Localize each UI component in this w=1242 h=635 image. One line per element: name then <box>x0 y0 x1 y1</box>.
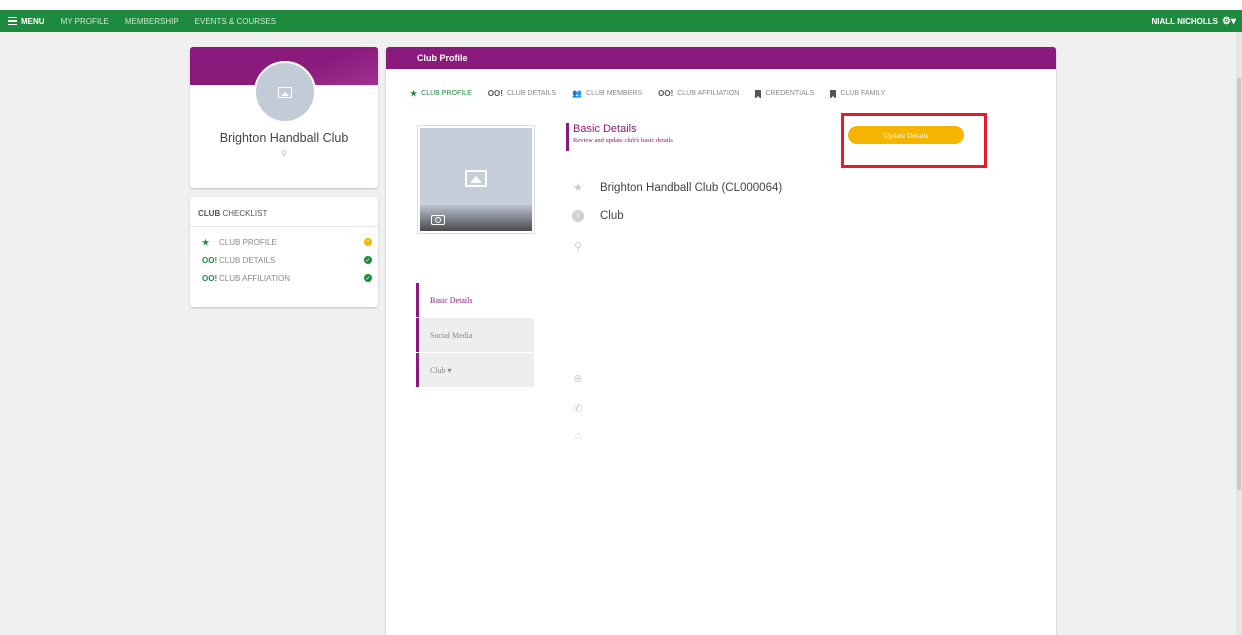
checklist-title: CLUB CHECKLIST <box>198 209 268 218</box>
detail-website-row: ⊕ <box>572 372 584 385</box>
side-nav-basic-details[interactable]: Basic Details <box>416 283 534 317</box>
detail-location-row: ⚲ <box>572 240 584 253</box>
section-subtitle: Review and update club's basic details <box>573 137 673 144</box>
nav-link-my-profile[interactable]: MY PROFILE <box>53 10 117 32</box>
side-nav-social-media[interactable]: Social Media <box>416 318 534 352</box>
affiliation-icon: oo! <box>202 273 218 283</box>
details-side-nav: Basic Details Social Media Club ▾ <box>416 283 534 388</box>
tab-club-members[interactable]: 👥 CLUB MEMBERS <box>572 89 642 98</box>
location-pin-icon: ⚲ <box>281 149 287 158</box>
camera-icon[interactable] <box>431 215 445 225</box>
nav-link-events-courses[interactable]: EVENTS & COURSES <box>187 10 284 32</box>
location-pin-icon: ⚲ <box>573 241 583 253</box>
tab-club-family[interactable]: CLUB FAMILY <box>830 89 885 99</box>
section-title: Basic Details <box>573 123 637 135</box>
menu-button[interactable]: MENU <box>0 10 53 32</box>
detail-address-row: ⌂ <box>572 430 584 442</box>
club-photo[interactable] <box>418 126 534 233</box>
club-profile-card: Brighton Handball Club ⚲ <box>190 47 378 188</box>
home-icon: ⌂ <box>574 430 582 442</box>
club-checklist-card: CLUB CHECKLIST ★ CLUB PROFILE • oo! CLUB… <box>190 197 378 307</box>
panel-title: Club Profile <box>386 47 1056 69</box>
highlight-box <box>841 113 987 168</box>
club-name: Brighton Handball Club <box>219 131 349 145</box>
scrollbar-thumb[interactable] <box>1237 78 1241 490</box>
user-menu[interactable]: NIALL NICHOLLS ⚙▾ <box>1152 16 1242 27</box>
detail-club-name-row: ★ Brighton Handball Club (CL000064) <box>572 181 783 195</box>
tab-credentials[interactable]: CREDENTIALS <box>755 89 814 99</box>
checklist-item-club-details[interactable]: oo! CLUB DETAILS ✓ <box>202 253 372 267</box>
hamburger-icon <box>8 16 17 26</box>
phone-icon: ✆ <box>573 403 583 415</box>
nav-link-membership[interactable]: MEMBERSHIP <box>117 10 187 32</box>
side-nav-club-dropdown[interactable]: Club ▾ <box>416 353 534 387</box>
image-icon <box>278 86 292 98</box>
info-icon: i <box>572 210 584 222</box>
pending-status-icon: • <box>364 238 372 246</box>
basic-details-header: Basic Details Review and update club's b… <box>566 123 673 151</box>
divider <box>190 226 378 227</box>
checklist-item-label: CLUB DETAILS <box>219 255 276 265</box>
affiliation-icon: oo! <box>658 89 674 98</box>
gear-icon: ⚙▾ <box>1222 15 1236 27</box>
members-icon: 👥 <box>572 89 583 98</box>
tab-club-details[interactable]: oo! CLUB DETAILS <box>488 89 556 98</box>
detail-phone-row: ✆ <box>572 402 584 415</box>
star-icon: ★ <box>573 182 583 194</box>
checklist-item-club-profile[interactable]: ★ CLUB PROFILE • <box>202 235 372 249</box>
tab-club-profile[interactable]: ★ CLUB PROFILE <box>410 89 472 98</box>
check-circle-icon: ✓ <box>364 256 372 264</box>
top-strip <box>0 0 1242 10</box>
club-full-name: Brighton Handball Club (CL000064) <box>600 181 783 194</box>
user-name: NIALL NICHOLLS <box>1151 16 1219 26</box>
detail-club-type-row: i Club <box>572 210 624 222</box>
top-navbar: MENU MY PROFILE MEMBERSHIP EVENTS & COUR… <box>0 10 1242 32</box>
profile-tabs: ★ CLUB PROFILE oo! CLUB DETAILS 👥 CLUB M… <box>410 89 901 99</box>
checklist-item-label: CLUB AFFILIATION <box>219 273 290 283</box>
checklist-item-club-affiliation[interactable]: oo! CLUB AFFILIATION ✓ <box>202 271 372 285</box>
bookmark-icon <box>830 89 837 99</box>
image-placeholder-icon <box>465 170 487 187</box>
globe-icon: ⊕ <box>573 373 583 385</box>
star-icon: ★ <box>410 89 418 98</box>
page-scrollbar[interactable] <box>1236 32 1242 635</box>
club-avatar[interactable] <box>254 61 316 123</box>
details-icon: oo! <box>202 255 218 265</box>
check-circle-icon: ✓ <box>364 274 372 282</box>
checklist-item-label: CLUB PROFILE <box>219 237 277 247</box>
bookmark-icon <box>755 89 762 99</box>
menu-label: MENU <box>21 16 45 26</box>
details-icon: oo! <box>487 89 503 98</box>
club-profile-panel: Club Profile ★ CLUB PROFILE oo! CLUB DET… <box>386 47 1056 635</box>
star-icon: ★ <box>202 237 210 247</box>
club-type: Club <box>600 210 624 222</box>
tab-club-affiliation[interactable]: oo! CLUB AFFILIATION <box>658 89 739 98</box>
